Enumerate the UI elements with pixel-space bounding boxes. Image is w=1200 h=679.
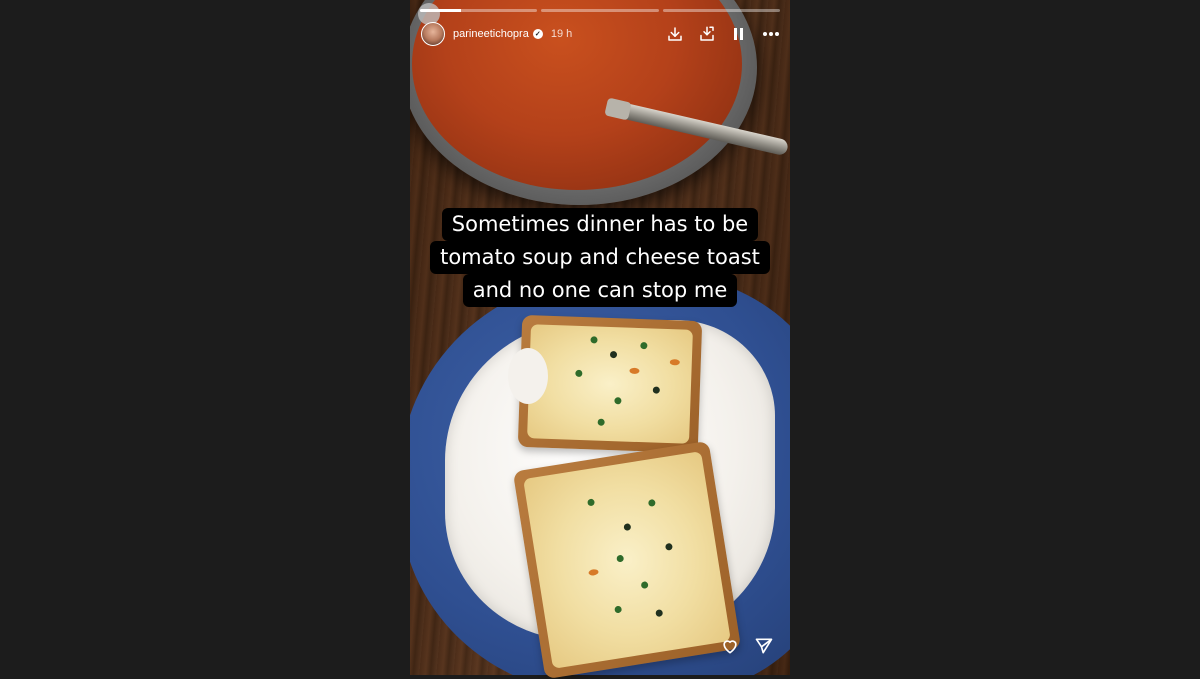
caption-line: Sometimes dinner has to be bbox=[441, 208, 759, 241]
heart-icon[interactable] bbox=[720, 636, 740, 656]
story-caption: Sometimes dinner has to be tomato soup a… bbox=[410, 208, 790, 307]
post-time: 19 h bbox=[550, 28, 573, 40]
avatar[interactable] bbox=[421, 22, 445, 46]
send-icon[interactable] bbox=[754, 636, 774, 656]
verified-badge-icon: ✓ bbox=[532, 29, 543, 39]
bite-mark bbox=[508, 348, 548, 404]
username[interactable]: parineetichopra bbox=[453, 28, 529, 40]
story-progress-bar bbox=[420, 9, 780, 12]
caption-line: tomato soup and cheese toast bbox=[430, 241, 770, 274]
save-to-device-icon[interactable] bbox=[697, 24, 717, 44]
pause-icon[interactable] bbox=[729, 24, 749, 44]
story-actions bbox=[720, 636, 774, 656]
progress-segment bbox=[541, 9, 659, 12]
story-header: parineetichopra ✓ 19 h bbox=[421, 22, 781, 46]
cheese-toast-bottom bbox=[512, 440, 742, 679]
progress-segment bbox=[662, 9, 780, 12]
progress-segment bbox=[420, 9, 538, 12]
more-options-icon[interactable] bbox=[761, 24, 781, 44]
caption-line: and no one can stop me bbox=[462, 274, 738, 307]
download-icon[interactable] bbox=[665, 24, 685, 44]
